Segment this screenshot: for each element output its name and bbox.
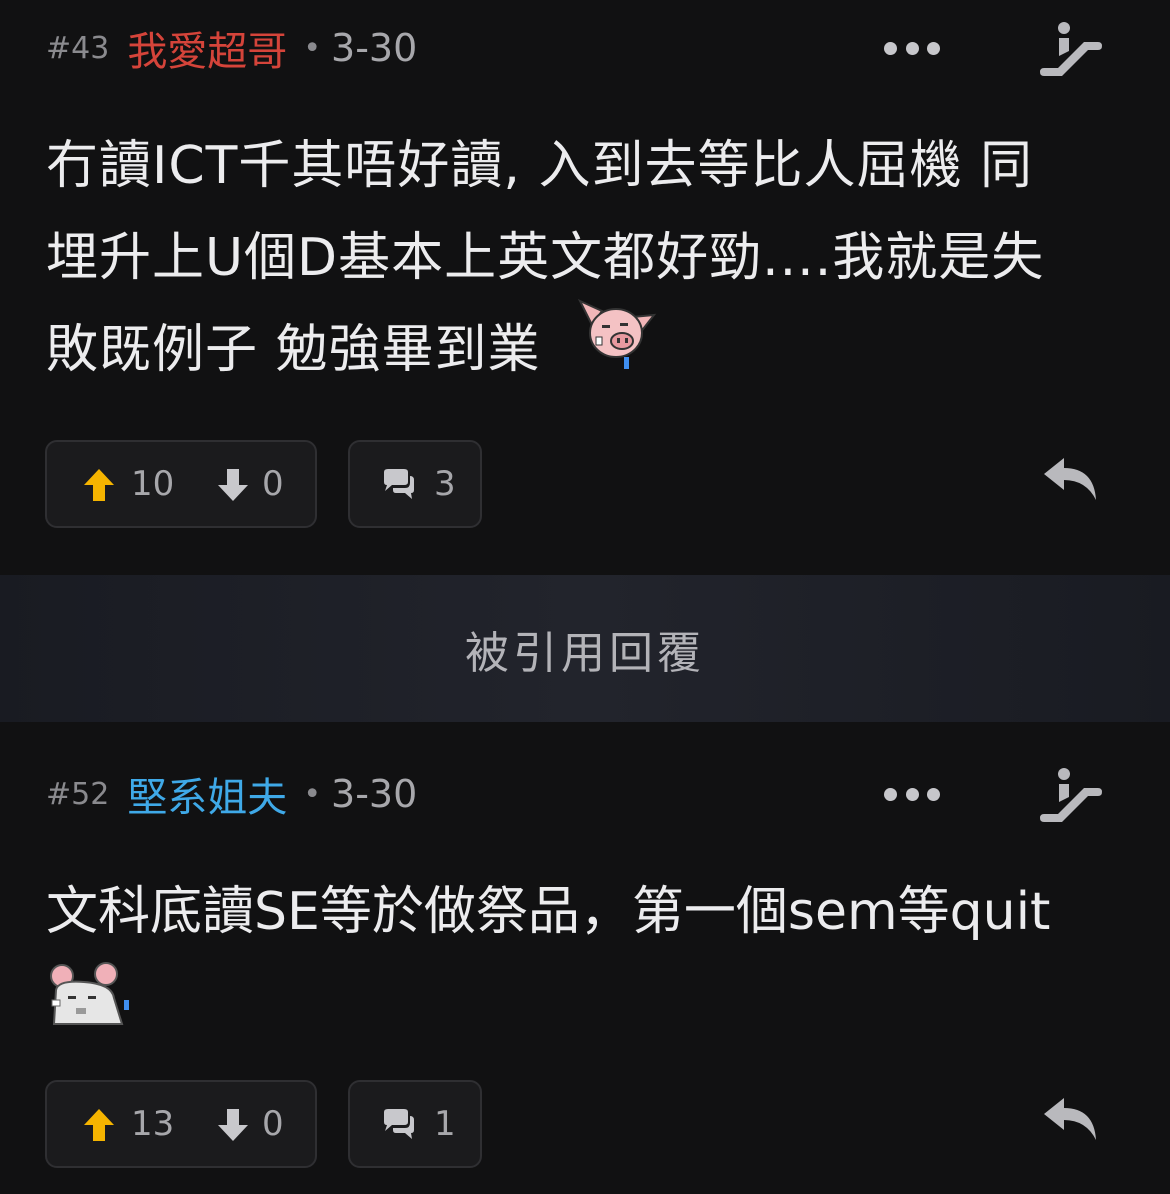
vote-box: 10 0 [45,440,317,528]
arrow-down-icon[interactable] [217,1108,249,1142]
post-43: #43 我愛超哥 • 3-30 冇讀ICT千其唔好讀, 入到去等比人屈機 同 埋… [0,0,1170,574]
floor-number: #52 [46,776,110,812]
quoted-replies-label: 被引用回覆 [465,627,705,679]
username[interactable]: 堅系姐夫 [127,765,287,823]
content-text: 敗既例子 勉強畢到業 [46,320,541,380]
downvote-count: 0 [262,464,284,504]
reply-arrow-icon[interactable] [1042,454,1100,502]
post-date: 3-30 [331,772,418,816]
upvote-count: 10 [131,464,175,504]
post-content: 文科底讀SE等於做祭品，第一個sem等quit [46,866,1146,958]
reply-count-button[interactable]: 1 [348,1080,482,1168]
vote-box: 13 0 [45,1080,317,1168]
post-meta: #43 我愛超哥 • 3-30 [46,18,417,78]
arrow-up-icon[interactable] [83,1108,115,1142]
reply-count: 1 [434,1104,456,1144]
username[interactable]: 我愛超哥 [127,19,287,77]
more-dots-icon[interactable] [884,784,940,804]
content-line: 冇讀ICT千其唔好讀, 入到去等比人屈機 同 [46,136,1033,196]
reply-count: 3 [434,464,456,504]
escalator-icon[interactable] [1040,18,1104,78]
content-line: 敗既例子 勉強畢到業 [46,298,1136,396]
quoted-replies-bar[interactable]: 被引用回覆 [0,575,1170,722]
meta-separator: • [303,776,322,812]
arrow-up-icon[interactable] [83,468,115,502]
escalator-icon[interactable] [1040,764,1104,824]
more-dots-icon[interactable] [884,38,940,58]
post-content: 冇讀ICT千其唔好讀, 入到去等比人屈機 同 埋升上U個D基本上英文都好勁...… [46,120,1136,396]
comment-bubbles-icon [384,1109,414,1139]
post-meta: #52 堅系姐夫 • 3-30 [46,764,417,824]
content-line: 文科底讀SE等於做祭品，第一個sem等quit [46,882,1051,942]
upvote-count: 13 [131,1104,175,1144]
reply-arrow-icon[interactable] [1042,1094,1100,1142]
meta-separator: • [303,30,322,66]
pig-crying-emoji [577,298,657,369]
mouse-crying-emoji [50,962,129,1025]
content-line: 埋升上U個D基本上英文都好勁....我就是失 [46,228,1045,288]
comment-bubbles-icon [384,469,414,499]
reply-count-button[interactable]: 3 [348,440,482,528]
downvote-count: 0 [262,1104,284,1144]
arrow-down-icon[interactable] [217,468,249,502]
floor-number: #43 [46,30,110,66]
post-date: 3-30 [331,26,418,70]
